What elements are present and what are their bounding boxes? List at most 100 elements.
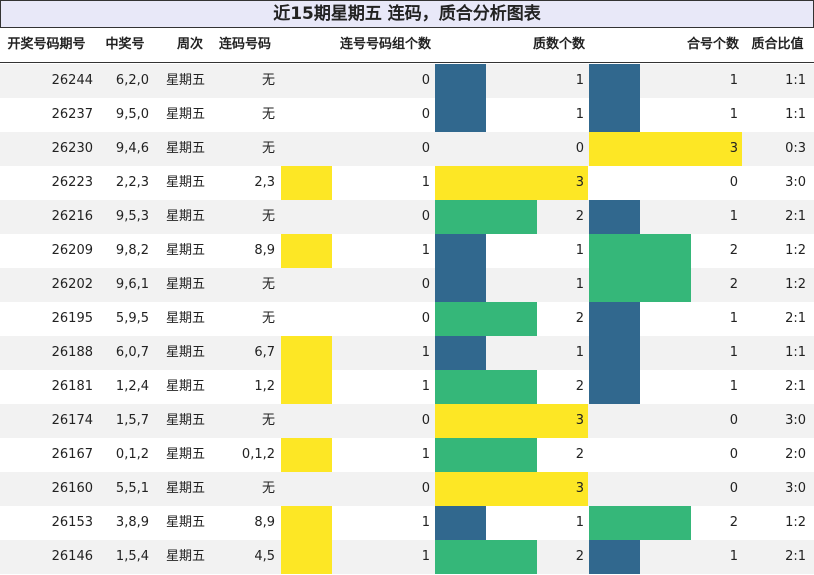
value-label: 0 xyxy=(421,209,430,224)
table-cell: 0,1,2 xyxy=(241,447,275,462)
ratio-cell: 1:2 xyxy=(785,515,806,530)
table-cell: 星期五 xyxy=(165,379,205,394)
table-cell: 26237 xyxy=(51,107,93,122)
ratio-cell: 2:1 xyxy=(785,549,806,564)
table-cell: 26174 xyxy=(51,413,93,428)
value-label: 1 xyxy=(421,447,430,462)
value-label: 0 xyxy=(729,447,738,462)
table-cell: 无 xyxy=(261,413,275,428)
table-cell: 星期五 xyxy=(165,447,205,462)
ratio-cell: 3:0 xyxy=(785,481,806,496)
table-row: 26188 6,0,7 星期五 6,7 1 1 1 1:1 xyxy=(0,336,814,370)
table-cell: 26202 xyxy=(51,277,93,292)
table-cell: 无 xyxy=(261,209,275,224)
value-label: 1 xyxy=(575,515,584,530)
column-header: 质合比值 xyxy=(751,37,804,52)
column-header: 周次 xyxy=(176,37,203,52)
value-label: 3 xyxy=(729,141,738,156)
table-row: 26209 9,8,2 星期五 8,9 1 1 2 1:2 xyxy=(0,234,814,268)
column-header: 开奖号码期号 xyxy=(7,37,86,52)
table-cell: 0,1,2 xyxy=(115,447,149,462)
value-label: 0 xyxy=(421,73,430,88)
value-label: 0 xyxy=(729,175,738,190)
value-label: 1 xyxy=(729,73,738,88)
table-cell: 星期五 xyxy=(165,107,205,122)
ratio-cell: 2:1 xyxy=(785,379,806,394)
value-label: 1 xyxy=(729,549,738,564)
table-cell: 9,8,2 xyxy=(115,243,149,258)
value-label: 1 xyxy=(575,73,584,88)
ratio-cell: 2:1 xyxy=(785,311,806,326)
table-row: 26174 1,5,7 星期五 无 0 3 0 3:0 xyxy=(0,404,814,438)
table-cell: 5,5,1 xyxy=(115,481,149,496)
value-label: 0 xyxy=(421,277,430,292)
ratio-cell: 1:2 xyxy=(785,277,806,292)
table-cell: 无 xyxy=(261,277,275,292)
column-header: 连码号码 xyxy=(218,37,271,52)
table-cell: 9,5,0 xyxy=(115,107,149,122)
table-cell: 6,0,7 xyxy=(115,345,149,360)
value-label: 0 xyxy=(575,141,584,156)
column-header: 合号个数 xyxy=(686,37,739,52)
table-cell: 26209 xyxy=(51,243,93,258)
table-cell: 无 xyxy=(261,73,275,88)
table-cell: 8,9 xyxy=(254,243,275,258)
table-row: 26216 9,5,3 星期五 无 0 2 1 2:1 xyxy=(0,200,814,234)
value-label: 2 xyxy=(575,379,584,394)
value-label: 2 xyxy=(575,209,584,224)
table-row: 26160 5,5,1 星期五 无 0 3 0 3:0 xyxy=(0,472,814,506)
table-cell: 2,3 xyxy=(254,175,275,190)
value-label: 0 xyxy=(421,413,430,428)
value-label: 1 xyxy=(421,515,430,530)
table-row: 26223 2,2,3 星期五 2,3 1 3 0 3:0 xyxy=(0,166,814,200)
table-cell: 26216 xyxy=(51,209,93,224)
table-cell: 26146 xyxy=(51,549,93,564)
table-cell: 3,8,9 xyxy=(115,515,149,530)
table-cell: 星期五 xyxy=(165,277,205,292)
value-label: 2 xyxy=(729,515,738,530)
table-cell: 1,2 xyxy=(254,379,275,394)
value-label: 2 xyxy=(575,549,584,564)
table-cell: 26167 xyxy=(51,447,93,462)
table-cell: 6,2,0 xyxy=(115,73,149,88)
table-cell: 星期五 xyxy=(165,549,205,564)
table-cell: 26181 xyxy=(51,379,93,394)
table-row: 26230 9,4,6 星期五 无 0 0 3 0:3 xyxy=(0,132,814,166)
ratio-cell: 1:1 xyxy=(785,107,806,122)
value-label: 2 xyxy=(729,243,738,258)
column-header: 质数个数 xyxy=(532,37,585,52)
value-label: 3 xyxy=(575,175,584,190)
table-cell: 星期五 xyxy=(165,311,205,326)
table-cell: 26244 xyxy=(51,73,93,88)
table-cell: 8,9 xyxy=(254,515,275,530)
ratio-cell: 2:1 xyxy=(785,209,806,224)
value-label: 0 xyxy=(729,413,738,428)
value-label: 0 xyxy=(421,481,430,496)
table-cell: 9,6,1 xyxy=(115,277,149,292)
value-label: 1 xyxy=(421,243,430,258)
column-header: 连号号码组个数 xyxy=(339,37,431,52)
ratio-cell: 1:1 xyxy=(785,73,806,88)
table-cell: 2,2,3 xyxy=(115,175,149,190)
table-cell: 星期五 xyxy=(165,243,205,258)
table-cell: 无 xyxy=(261,107,275,122)
value-label: 1 xyxy=(729,209,738,224)
value-label: 1 xyxy=(421,379,430,394)
ratio-cell: 2:0 xyxy=(785,447,806,462)
value-label: 2 xyxy=(575,447,584,462)
value-label: 1 xyxy=(729,311,738,326)
table-row: 26202 9,6,1 星期五 无 0 1 2 1:2 xyxy=(0,268,814,302)
table-row: 26146 1,5,4 星期五 4,5 1 2 1 2:1 xyxy=(0,540,814,574)
value-label: 3 xyxy=(575,413,584,428)
table-cell: 无 xyxy=(261,311,275,326)
value-label: 1 xyxy=(729,345,738,360)
table-row: 26244 6,2,0 星期五 无 0 1 1 1:1 xyxy=(0,64,814,98)
table-cell: 9,5,3 xyxy=(115,209,149,224)
table-cell: 星期五 xyxy=(165,413,205,428)
value-label: 0 xyxy=(729,481,738,496)
table-cell: 星期五 xyxy=(165,515,205,530)
table-row: 26237 9,5,0 星期五 无 0 1 1 1:1 xyxy=(0,98,814,132)
value-label: 1 xyxy=(575,277,584,292)
value-label: 1 xyxy=(421,345,430,360)
column-header: 中奖号 xyxy=(105,37,145,52)
